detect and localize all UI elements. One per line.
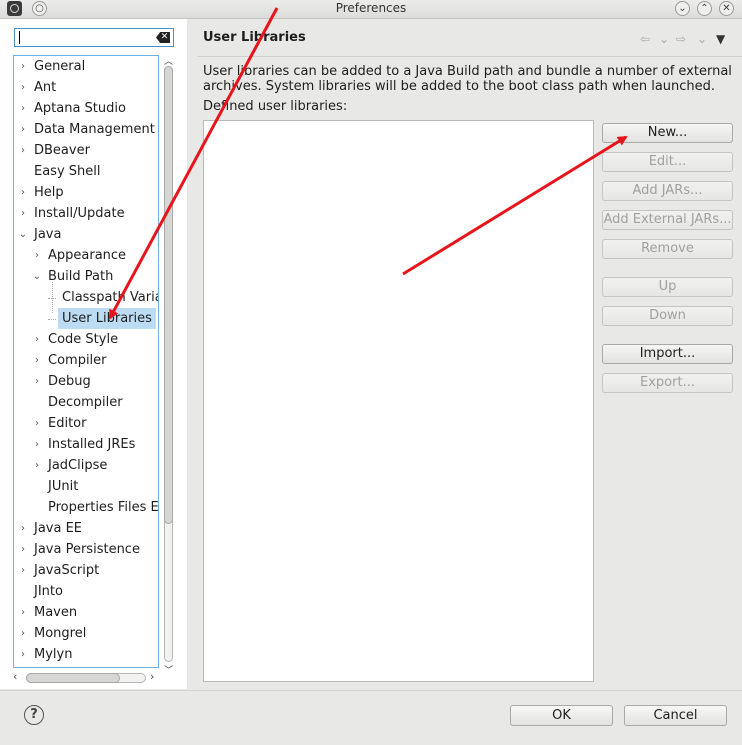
page-description: User libraries can be added to a Java Bu… bbox=[203, 64, 732, 94]
chevron-right-icon[interactable]: › bbox=[18, 182, 28, 203]
tree-guide bbox=[48, 319, 56, 320]
tree-item-label: General bbox=[34, 59, 86, 74]
import-button[interactable]: Import... bbox=[602, 344, 733, 364]
chevron-down-icon[interactable]: ⌄ bbox=[18, 224, 28, 245]
tree-guide bbox=[52, 282, 53, 313]
chevron-down-icon[interactable]: ⌄ bbox=[32, 266, 42, 287]
chevron-right-icon[interactable]: › bbox=[32, 329, 42, 350]
scroll-down-icon[interactable]: ﹀ bbox=[162, 663, 175, 676]
chevron-right-icon[interactable]: › bbox=[18, 77, 28, 98]
chevron-right-icon[interactable]: › bbox=[18, 518, 28, 539]
chevron-right-icon[interactable]: › bbox=[18, 623, 28, 644]
chevron-right-icon[interactable]: › bbox=[32, 245, 42, 266]
chevron-right-icon[interactable]: › bbox=[18, 644, 28, 665]
chevron-right-icon[interactable]: › bbox=[18, 119, 28, 140]
tree-item-label: Java bbox=[34, 227, 62, 242]
minimize-button[interactable]: ⌄ bbox=[675, 1, 690, 16]
cancel-button[interactable]: Cancel bbox=[624, 705, 727, 726]
export-button[interactable]: Export... bbox=[602, 373, 733, 393]
ok-button[interactable]: OK bbox=[510, 705, 613, 726]
defined-libraries-label: Defined user libraries: bbox=[203, 99, 348, 114]
edit-button[interactable]: Edit... bbox=[602, 152, 733, 172]
up-button[interactable]: Up bbox=[602, 277, 733, 297]
tree-item-label: JadClipse bbox=[48, 458, 108, 473]
remove-button[interactable]: Remove bbox=[602, 239, 733, 259]
close-button[interactable]: ✕ bbox=[719, 1, 734, 16]
chevron-right-icon[interactable]: › bbox=[18, 602, 28, 623]
title-bar: ○ Preferences ⌄ ⌃ ✕ bbox=[0, 0, 742, 19]
chevron-right-icon[interactable]: › bbox=[18, 98, 28, 119]
chevron-right-icon[interactable]: › bbox=[32, 350, 42, 371]
forward-icon[interactable]: ⇨ bbox=[676, 32, 686, 46]
tree-item-label: Build Path bbox=[48, 269, 114, 284]
maximize-button[interactable]: ⌃ bbox=[697, 1, 712, 16]
chevron-right-icon[interactable]: › bbox=[32, 413, 42, 434]
tree-item-label: Data Management bbox=[34, 122, 155, 137]
chevron-right-icon[interactable]: › bbox=[18, 140, 28, 161]
tree-item-label: Properties Files Ec bbox=[48, 500, 159, 515]
forward-menu-icon[interactable]: ⌄ bbox=[697, 32, 707, 46]
tree-item-label: Debug bbox=[48, 374, 91, 389]
user-libraries-list[interactable] bbox=[203, 120, 594, 682]
clear-icon[interactable]: ✕ bbox=[156, 32, 170, 43]
tree-item-label: DBeaver bbox=[34, 143, 90, 158]
tree-item-label: Code Style bbox=[48, 332, 119, 347]
chevron-right-icon[interactable]: › bbox=[32, 455, 42, 476]
filter-input[interactable]: ✕ bbox=[14, 28, 174, 47]
tree-item-label: Maven bbox=[34, 605, 78, 620]
chevron-right-icon[interactable]: › bbox=[18, 560, 28, 581]
back-icon[interactable]: ⇦ bbox=[640, 32, 650, 46]
tree-item-label: Mylyn bbox=[34, 647, 73, 662]
chevron-right-icon[interactable]: › bbox=[18, 203, 28, 224]
tree-item-label: Easy Shell bbox=[34, 164, 101, 179]
scrollbar-thumb[interactable] bbox=[26, 673, 120, 683]
tree-item-label: Classpath Varia bbox=[62, 290, 159, 305]
scrollbar-thumb[interactable] bbox=[164, 66, 173, 524]
add-external-jars-button[interactable]: Add External JARs... bbox=[602, 210, 733, 230]
tree-item-label: Java EE bbox=[34, 521, 83, 536]
window-title: Preferences bbox=[335, 1, 407, 15]
back-menu-icon[interactable]: ⌄ bbox=[659, 32, 669, 46]
chevron-right-icon[interactable]: › bbox=[18, 56, 28, 77]
tree-vertical-scrollbar[interactable]: ︿ ﹀ bbox=[162, 56, 175, 676]
tree-item-label: Mongrel bbox=[34, 626, 87, 641]
chevron-right-icon[interactable]: › bbox=[32, 371, 42, 392]
tree-item-label: JUnit bbox=[48, 479, 79, 494]
tree-item-label: Ant bbox=[34, 80, 57, 95]
add-jars-button[interactable]: Add JARs... bbox=[602, 181, 733, 201]
tree-item-label: Java Persistence bbox=[34, 542, 140, 557]
tree-horizontal-scrollbar[interactable]: ‹ › bbox=[13, 670, 161, 685]
scroll-right-icon[interactable]: › bbox=[150, 670, 154, 683]
dialog-separator bbox=[0, 690, 742, 691]
tree-item-label: JavaScript bbox=[34, 563, 100, 578]
tree-item-label: Installed JREs bbox=[48, 437, 136, 452]
tree-item-label: Appearance bbox=[48, 248, 127, 263]
preference-tree-pane: ✕ › General › Ant › Aptana Studio › Data Manage… bbox=[0, 19, 187, 689]
tree-item-label: Install/Update bbox=[34, 206, 125, 221]
preference-tree[interactable]: › General › Ant › Aptana Studio › Data Manageme… bbox=[13, 55, 159, 668]
down-button[interactable]: Down bbox=[602, 306, 733, 326]
chevron-right-icon[interactable]: › bbox=[32, 434, 42, 455]
scroll-left-icon[interactable]: ‹ bbox=[13, 670, 17, 683]
tree-item-label: JInto bbox=[34, 584, 63, 599]
tree-item-label: Help bbox=[34, 185, 64, 200]
tree-item-label: User Libraries bbox=[58, 308, 156, 329]
new-button[interactable]: New... bbox=[602, 123, 733, 143]
page-title: User Libraries bbox=[203, 30, 306, 45]
tree-item-label: Editor bbox=[48, 416, 87, 431]
tree-item-label: Decompiler bbox=[48, 395, 123, 410]
view-menu-icon[interactable]: ▼ bbox=[716, 32, 725, 46]
chevron-right-icon[interactable]: › bbox=[18, 539, 28, 560]
help-icon[interactable]: ? bbox=[24, 705, 44, 725]
tree-item-label: Aptana Studio bbox=[34, 101, 126, 116]
title-separator bbox=[197, 56, 742, 57]
text-caret bbox=[19, 31, 20, 44]
tree-item-label: Compiler bbox=[48, 353, 107, 368]
